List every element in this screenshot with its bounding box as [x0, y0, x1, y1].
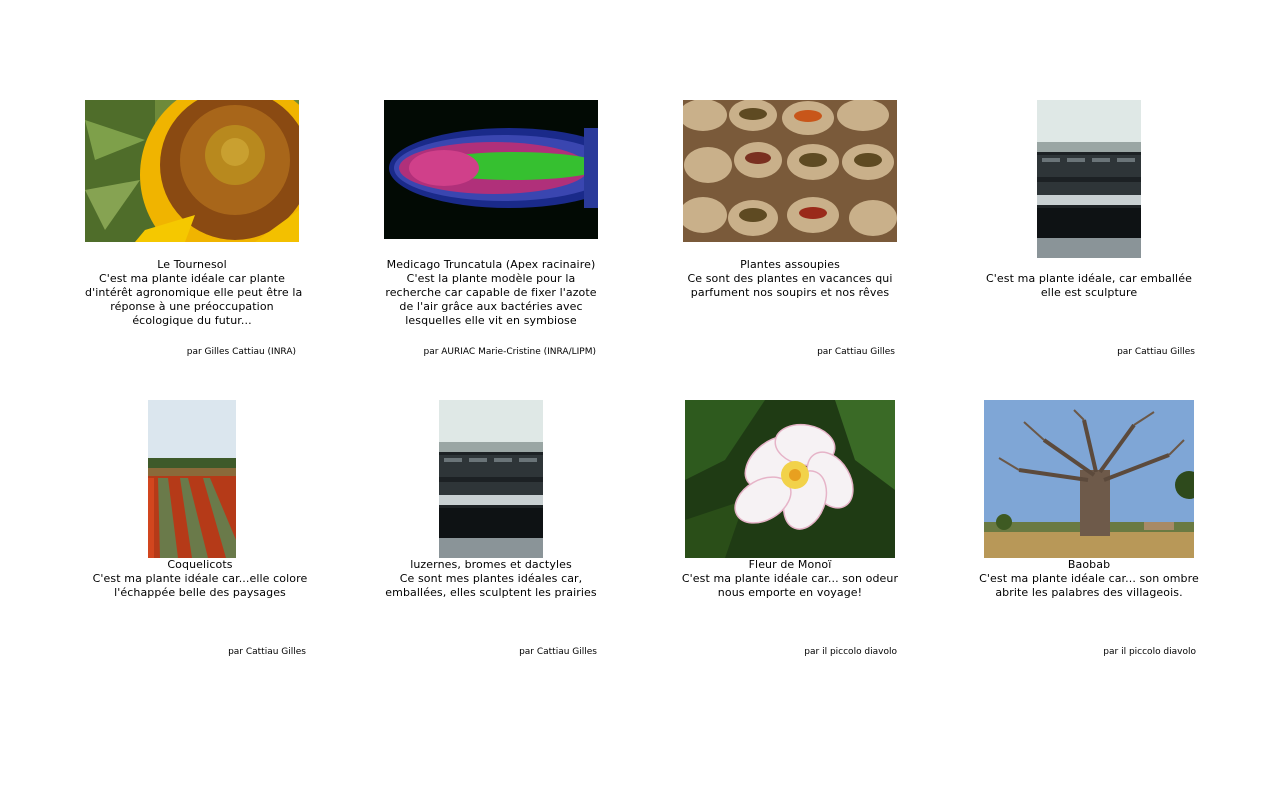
spice-sacks-photo[interactable] [683, 100, 897, 242]
baobab-tree-photo[interactable] [984, 400, 1194, 558]
caption-line: parfument nos soupirs et nos rêves [690, 286, 890, 299]
author-credit: par Cattiau Gilles [817, 347, 895, 357]
caption: Fleur de Monoï C'est ma plante idéale ca… [675, 558, 905, 600]
caption-line: écologique du futur... [132, 314, 252, 327]
frangipani-flower-photo[interactable] [685, 400, 895, 558]
caption-line: C'est ma plante idéale car plante [98, 272, 286, 285]
caption: Plantes assoupies Ce sont des plantes en… [683, 258, 897, 300]
caption: Coquelicots C'est ma plante idéale car..… [85, 558, 315, 600]
caption-title: Medicago Truncatula (Apex racinaire) [386, 258, 596, 271]
caption-line: C'est la plante modèle pour la [406, 272, 576, 285]
caption-line: réponse à une préoccupation [110, 300, 274, 313]
wrapped-bales-photo[interactable] [1037, 100, 1141, 258]
root-apex-microscopy-photo[interactable] [384, 100, 598, 239]
sunflower-photo[interactable] [85, 100, 299, 242]
author-credit: par Gilles Cattiau (INRA) [186, 347, 296, 357]
caption-line: Ce sont mes plantes idéales car, [399, 572, 583, 585]
caption: Medicago Truncatula (Apex racinaire) C'e… [384, 258, 598, 328]
poppy-field-photo[interactable] [148, 400, 236, 558]
caption-line: nous emporte en voyage! [717, 586, 863, 599]
caption-title: Fleur de Monoï [748, 558, 832, 571]
caption-line: abrite les palabres des villageois. [995, 586, 1183, 599]
caption-line: l'échappée belle des paysages [114, 586, 286, 599]
caption-title: luzernes, bromes et dactyles [410, 558, 572, 571]
caption: C'est ma plante idéale, car emballée ell… [982, 272, 1196, 300]
author-credit: par Cattiau Gilles [228, 647, 306, 657]
caption: luzernes, bromes et dactyles Ce sont mes… [376, 558, 606, 600]
caption-line: elle est sculpture [1040, 286, 1138, 299]
caption-title: Baobab [1067, 558, 1111, 571]
caption-line: C'est ma plante idéale car... son odeur [681, 572, 899, 585]
caption-title: Coquelicots [167, 558, 233, 571]
caption-line: d'intérêt agronomique elle peut être la [85, 286, 303, 299]
author-credit: par AURIAC Marie-Cristine (INRA/LIPM) [423, 347, 596, 357]
caption-line: Ce sont des plantes en vacances qui [687, 272, 893, 285]
author-credit: par Cattiau Gilles [519, 647, 597, 657]
caption-line: C'est ma plante idéale, car emballée [986, 272, 1192, 285]
caption: Baobab C'est ma plante idéale car... son… [974, 558, 1204, 600]
caption-line: de l'air grâce aux bactéries avec [399, 300, 583, 313]
caption-line: emballées, elles sculptent les prairies [385, 586, 597, 599]
author-credit: par Cattiau Gilles [1117, 347, 1195, 357]
caption-line: lesquelles elle vit en symbiose [405, 314, 577, 327]
caption-line: C'est ma plante idéale car... son ombre [979, 572, 1199, 585]
caption-line: C'est ma plante idéale car...elle colore [92, 572, 308, 585]
caption-line: recherche car capable de fixer l'azote [385, 286, 597, 299]
wrapped-bales-photo[interactable] [439, 400, 543, 558]
author-credit: par il piccolo diavolo [1103, 647, 1196, 657]
caption-title: Le Tournesol [157, 258, 227, 271]
caption-title: Plantes assoupies [740, 258, 840, 271]
caption: Le Tournesol C'est ma plante idéale car … [85, 258, 303, 328]
author-credit: par il piccolo diavolo [804, 647, 897, 657]
